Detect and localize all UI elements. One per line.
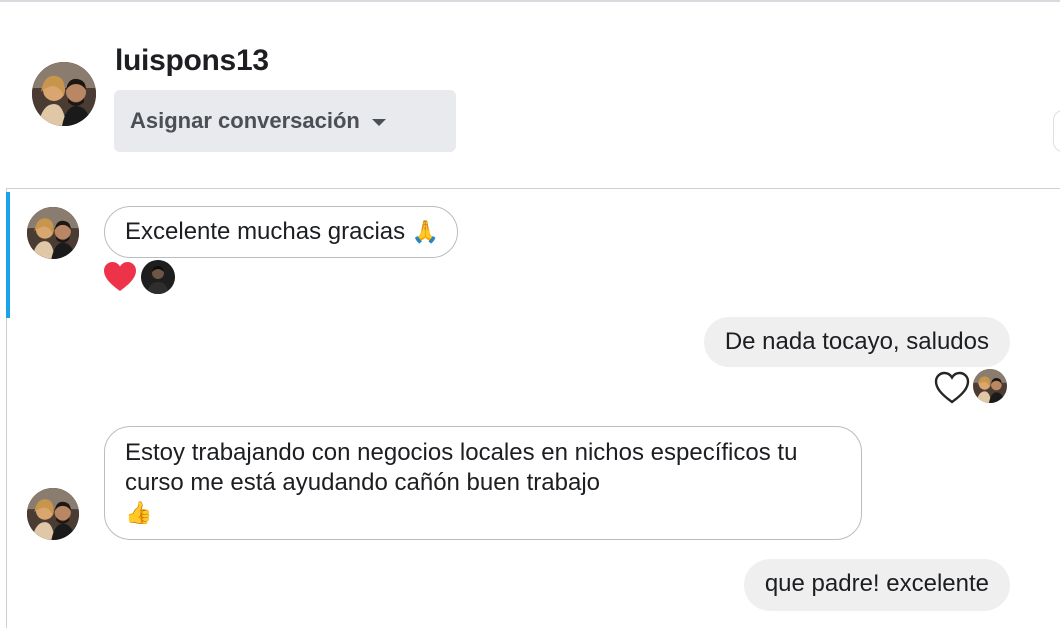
heart-outline-reaction-icon[interactable] (934, 371, 970, 405)
avatar-photo-icon (32, 62, 96, 126)
sender-avatar[interactable] (27, 488, 79, 540)
message-bubble-incoming[interactable]: Excelente muchas gracias 🙏 (104, 206, 459, 258)
caret-down-icon (371, 118, 386, 126)
avatar-photo-icon (27, 207, 79, 259)
assign-conversation-button[interactable]: Asignar conversación (114, 90, 456, 152)
folded-hands-emoji-icon: 🙏 (411, 220, 440, 245)
contact-avatar[interactable] (32, 62, 96, 126)
message-text: Excelente muchas gracias (125, 218, 406, 245)
thumbs-up-emoji-icon: 👍 (125, 501, 153, 526)
side-panel-handle[interactable] (1053, 110, 1060, 152)
sender-avatar[interactable] (27, 207, 79, 259)
unread-accent-bar (6, 192, 10, 318)
conversation-view: luispons13 Asignar conversación Excelent… (0, 0, 1060, 628)
avatar-photo-icon (973, 369, 1007, 403)
message-bubble-outgoing[interactable]: De nada tocayo, saludos (703, 317, 1010, 367)
message-bubble-outgoing[interactable]: que padre! excelente (743, 559, 1010, 611)
message-bubble-incoming[interactable]: Estoy trabajando con negocios locales en… (104, 426, 862, 540)
assign-conversation-label: Asignar conversación (130, 108, 360, 133)
reactor-avatar[interactable] (141, 260, 175, 294)
avatar-photo-icon (27, 488, 79, 540)
reactor-avatar[interactable] (973, 369, 1007, 403)
avatar-photo-icon (141, 260, 175, 294)
message-text: que padre! excelente (764, 570, 989, 597)
contact-username: luispons13 (115, 44, 269, 77)
heart-filled-reaction-icon[interactable] (103, 261, 137, 293)
message-text: De nada tocayo, saludos (724, 328, 989, 355)
top-divider (0, 0, 1060, 2)
message-text: Estoy trabajando con negocios locales en… (125, 439, 798, 496)
